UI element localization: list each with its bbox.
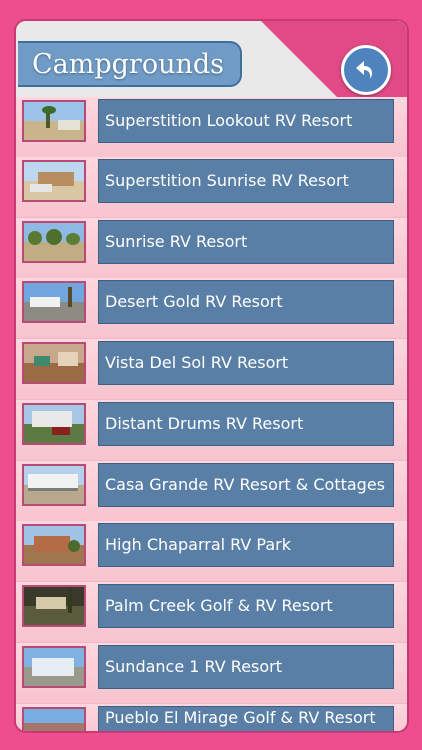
thumbnail [22, 707, 86, 731]
thumbnail [22, 585, 86, 627]
list-item[interactable]: Desert Gold RV Resort [16, 278, 407, 339]
campground-list[interactable]: Superstition Lookout RV Resort Superstit… [16, 97, 407, 731]
thumbnail [22, 100, 86, 142]
list-item[interactable]: Casa Grande RV Resort & Cottages [16, 461, 407, 522]
list-item-label: Sunrise RV Resort [98, 220, 394, 264]
list-item[interactable]: Superstition Lookout RV Resort [16, 97, 407, 158]
list-item[interactable]: Distant Drums RV Resort [16, 400, 407, 461]
list-item-label: Vista Del Sol RV Resort [98, 341, 394, 385]
thumbnail [22, 281, 86, 323]
list-item[interactable]: Pueblo El Mirage Golf & RV Resort [16, 704, 407, 731]
thumbnail [22, 160, 86, 202]
thumbnail [22, 524, 86, 566]
list-item-label: Casa Grande RV Resort & Cottages [98, 463, 394, 507]
list-item-label: Superstition Lookout RV Resort [98, 99, 394, 143]
back-button[interactable] [341, 45, 391, 95]
list-item-label: Distant Drums RV Resort [98, 402, 394, 446]
page-title: Campgrounds [18, 41, 242, 87]
list-item-label: Palm Creek Golf & RV Resort [98, 584, 394, 628]
back-arrow-icon [356, 61, 372, 79]
list-item[interactable]: High Chaparral RV Park [16, 521, 407, 582]
thumbnail [22, 464, 86, 506]
list-item[interactable]: Sundance 1 RV Resort [16, 643, 407, 704]
thumbnail [22, 342, 86, 384]
list-item[interactable]: Vista Del Sol RV Resort [16, 339, 407, 400]
thumbnail [22, 646, 86, 688]
list-item-label: Sundance 1 RV Resort [98, 645, 394, 689]
list-item-label: Superstition Sunrise RV Resort [98, 159, 394, 203]
list-item-label: High Chaparral RV Park [98, 523, 394, 567]
list-item[interactable]: Sunrise RV Resort [16, 218, 407, 279]
list-item-label: Desert Gold RV Resort [98, 280, 394, 324]
thumbnail [22, 221, 86, 263]
list-item[interactable]: Palm Creek Golf & RV Resort [16, 582, 407, 643]
list-item-label: Pueblo El Mirage Golf & RV Resort [98, 706, 394, 731]
list-item[interactable]: Superstition Sunrise RV Resort [16, 157, 407, 218]
app-frame: Campgrounds Superstition Lookout RV Reso… [14, 19, 409, 733]
thumbnail [22, 403, 86, 445]
